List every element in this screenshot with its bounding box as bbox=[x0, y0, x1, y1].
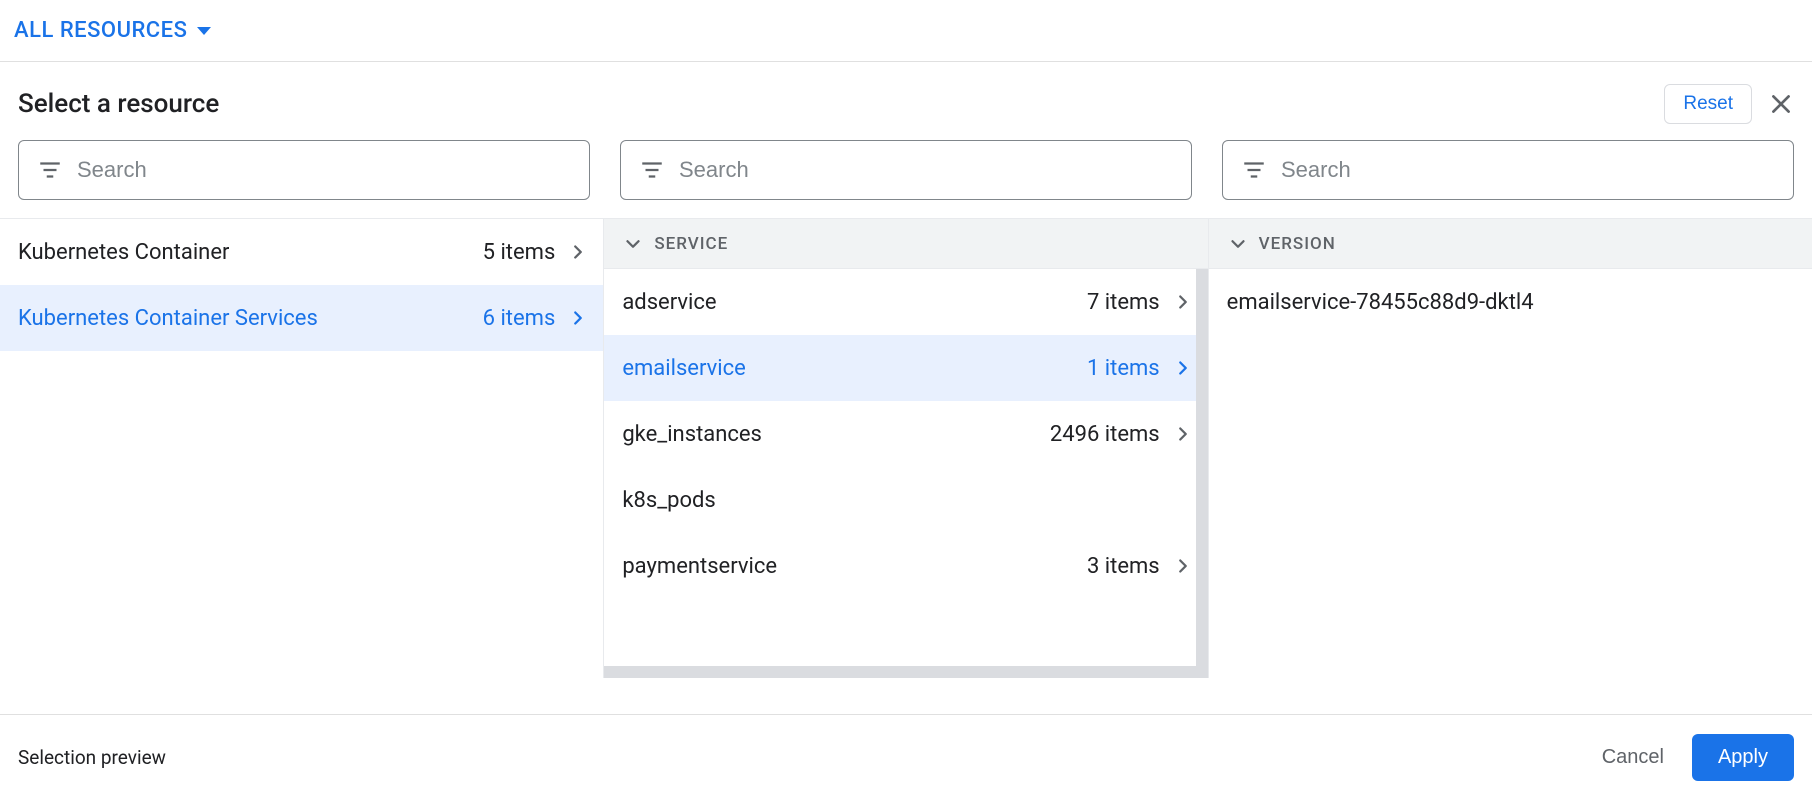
column-version: VERSION emailservice-78455c88d9-dktl4 bbox=[1209, 219, 1812, 678]
list-col2: adservice 7 items emailservice 1 items gke_i… bbox=[604, 269, 1207, 678]
item-meta: 1 items bbox=[1087, 356, 1194, 381]
item-label: gke_instances bbox=[622, 422, 762, 447]
item-label: emailservice-78455c88d9-dktl4 bbox=[1227, 290, 1534, 315]
search-input-col2[interactable] bbox=[679, 157, 1173, 183]
chevron-down-icon bbox=[1227, 233, 1249, 255]
search-input-col3[interactable] bbox=[1281, 157, 1775, 183]
chevron-down-icon bbox=[622, 233, 644, 255]
search-row bbox=[0, 140, 1812, 218]
apply-button[interactable]: Apply bbox=[1692, 734, 1794, 781]
resource-scope-label: ALL RESOURCES bbox=[14, 18, 187, 43]
chevron-right-icon bbox=[1172, 423, 1194, 445]
chevron-right-icon bbox=[567, 241, 589, 263]
list-item[interactable]: emailservice 1 items bbox=[604, 335, 1207, 401]
filter-icon bbox=[1241, 157, 1267, 183]
filter-icon bbox=[639, 157, 665, 183]
list-item[interactable]: Kubernetes Container Services 6 items bbox=[0, 285, 603, 351]
item-meta: 5 items bbox=[483, 240, 590, 265]
item-label: paymentservice bbox=[622, 554, 777, 579]
item-label: emailservice bbox=[622, 356, 745, 381]
item-label: Kubernetes Container bbox=[18, 240, 229, 265]
close-icon[interactable] bbox=[1768, 91, 1794, 117]
search-col3[interactable] bbox=[1222, 140, 1794, 200]
header: Select a resource Reset bbox=[0, 62, 1812, 140]
chevron-right-icon bbox=[1172, 291, 1194, 313]
column-service: SERVICE adservice 7 items emailservice 1 it… bbox=[604, 219, 1208, 678]
item-count: 1 items bbox=[1087, 356, 1160, 381]
footer-actions: Cancel Apply bbox=[1602, 734, 1794, 781]
topbar: ALL RESOURCES bbox=[0, 0, 1812, 62]
columns: Kubernetes Container5 itemsKubernetes Co… bbox=[0, 218, 1812, 678]
selection-preview-label: Selection preview bbox=[18, 746, 166, 769]
resource-scope-dropdown[interactable]: ALL RESOURCES bbox=[14, 18, 211, 43]
vertical-scrollbar[interactable] bbox=[1196, 269, 1208, 678]
search-col1[interactable] bbox=[18, 140, 590, 200]
list-item[interactable]: adservice 7 items bbox=[604, 269, 1207, 335]
item-count: 2496 items bbox=[1050, 422, 1160, 447]
filter-icon bbox=[37, 157, 63, 183]
item-count: 7 items bbox=[1087, 290, 1160, 315]
horizontal-scrollbar[interactable] bbox=[604, 666, 1207, 678]
list-item[interactable]: k8s_pods bbox=[604, 467, 1207, 533]
reset-button[interactable]: Reset bbox=[1664, 84, 1752, 124]
footer: Selection preview Cancel Apply bbox=[0, 714, 1812, 800]
caret-down-icon bbox=[197, 27, 211, 35]
column-header-label: SERVICE bbox=[654, 234, 728, 254]
column-header-label: VERSION bbox=[1259, 234, 1336, 254]
item-count: 6 items bbox=[483, 306, 556, 331]
item-label: k8s_pods bbox=[622, 488, 715, 513]
item-meta: 6 items bbox=[483, 306, 590, 331]
cancel-button[interactable]: Cancel bbox=[1602, 746, 1664, 769]
list-item[interactable]: gke_instances 2496 items bbox=[604, 401, 1207, 467]
column-resourcetype: Kubernetes Container5 itemsKubernetes Co… bbox=[0, 219, 604, 678]
search-col2[interactable] bbox=[620, 140, 1192, 200]
header-actions: Reset bbox=[1664, 84, 1794, 124]
list-item[interactable]: emailservice-78455c88d9-dktl4 bbox=[1209, 269, 1812, 335]
item-meta: 7 items bbox=[1087, 290, 1194, 315]
chevron-right-icon bbox=[1172, 357, 1194, 379]
list-col3: emailservice-78455c88d9-dktl4 bbox=[1209, 269, 1812, 678]
chevron-right-icon bbox=[1172, 555, 1194, 577]
column-header-service[interactable]: SERVICE bbox=[604, 219, 1207, 269]
page-title: Select a resource bbox=[18, 89, 219, 119]
list-item[interactable]: paymentservice 3 items bbox=[604, 533, 1207, 599]
column-header-version[interactable]: VERSION bbox=[1209, 219, 1812, 269]
search-input-col1[interactable] bbox=[77, 157, 571, 183]
chevron-right-icon bbox=[567, 307, 589, 329]
item-count: 3 items bbox=[1087, 554, 1160, 579]
item-meta: 3 items bbox=[1087, 554, 1194, 579]
item-meta: 2496 items bbox=[1050, 422, 1194, 447]
list-col1: Kubernetes Container5 itemsKubernetes Co… bbox=[0, 219, 603, 678]
item-count: 5 items bbox=[483, 240, 556, 265]
item-label: Kubernetes Container Services bbox=[18, 306, 318, 331]
list-item[interactable]: Kubernetes Container 5 items bbox=[0, 219, 603, 285]
item-label: adservice bbox=[622, 290, 716, 315]
